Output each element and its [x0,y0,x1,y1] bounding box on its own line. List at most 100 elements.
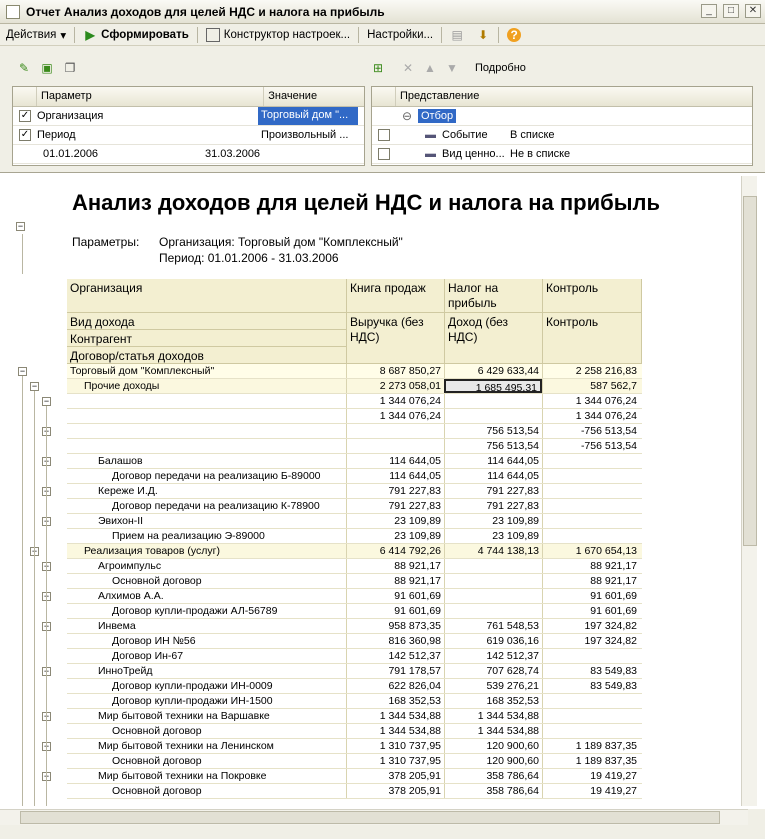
profit-tax-value: 791 227,83 [444,499,542,513]
actions-menu[interactable]: Действия ▾ [0,25,72,45]
detail-button[interactable]: Подробно [475,62,526,74]
checkbox[interactable]: ✓ [19,110,31,122]
param-col-header: Параметр [37,87,265,106]
table-row[interactable]: Прием на реализацию Э-89000 23 109,89 23 1… [67,529,642,544]
table-row[interactable]: 756 513,54 -756 513,54 [67,424,642,439]
table-row[interactable]: Договор передачи на реализацию Б-89000 11… [67,469,642,484]
table-row[interactable]: Торговый дом "Комплексный" 8 687 850,27 6 … [67,364,642,379]
delete-icon[interactable]: ✕ [401,61,415,75]
row-name: Балашов [98,455,143,467]
filter-label[interactable]: Отбор [418,109,457,123]
table-row[interactable]: 1 344 076,24 1 344 076,24 [67,409,642,424]
param-row[interactable]: ✓ Организация Торговый дом "... [13,107,364,126]
period-row[interactable]: 01.01.2006 31.03.2006 [13,145,364,164]
maximize-button[interactable]: □ [723,4,739,18]
table-row[interactable]: Прочие доходы 2 273 058,01 1 685 495,31 587… [67,379,642,394]
check-col-header [13,87,37,106]
row-name: Основной договор [112,785,202,797]
settings-button[interactable]: Настройки... [361,25,439,45]
check-all-icon[interactable]: ▣ [40,61,54,75]
table-row[interactable]: Кереже И.Д. 791 227,83 791 227,83 [67,484,642,499]
table-row[interactable]: Договор передачи на реализацию К-78900 79… [67,499,642,514]
table-row[interactable]: Основной договор 88 921,17 88 921,17 [67,574,642,589]
filter-row[interactable]: ▬ Вид ценно... Не в списке [372,145,752,164]
table-row[interactable]: 1 344 076,24 1 344 076,24 [67,394,642,409]
table-row[interactable]: Основной договор 1 344 534,88 1 344 534,88 [67,724,642,739]
save-button[interactable]: ▤ [444,25,470,45]
row-name [67,409,346,423]
control-value: 1 670 654,13 [542,544,640,558]
move-down-icon[interactable]: ▼ [445,61,459,75]
table-row[interactable]: 756 513,54 -756 513,54 [67,439,642,454]
table-row[interactable]: Балашов 114 644,05 114 644,05 [67,454,642,469]
checkbox[interactable] [378,129,390,141]
edit-icon[interactable]: ✎ [17,61,31,75]
table-row[interactable]: Эвихон-II 23 109,89 23 109,89 [67,514,642,529]
period-to[interactable]: 31.03.2006 [205,148,305,160]
row-name: Агроимпульс [98,560,162,572]
filter-field: Вид ценно... [442,148,505,160]
control-value: 1 189 837,35 [542,754,640,768]
toolbar-separator [358,26,360,43]
collapse-group-icon[interactable]: − [30,382,39,391]
vertical-scrollbar[interactable] [741,176,757,806]
generate-button[interactable]: ▶ Сформировать [77,25,195,45]
collapse-icon[interactable]: ⊖ [400,109,414,123]
checkbox[interactable] [378,148,390,160]
row-name: Мир бытовой техники на Покровке [98,770,267,782]
table-row[interactable]: Договор купли-продажи АЛ-56789 91 601,69 9… [67,604,642,619]
profit-tax-value: 120 900,60 [444,739,542,753]
param-value[interactable]: Произвольный ... [258,127,358,143]
table-row[interactable]: Основной договор 378 205,91 358 786,64 19 4… [67,784,642,799]
profit-tax-value [444,589,542,603]
table-row[interactable]: Договор Ин-67 142 512,37 142 512,37 [67,649,642,664]
table-row[interactable]: Алхимов А.А. 91 601,69 91 601,69 [67,589,642,604]
profit-tax-value: 619 036,16 [444,634,542,648]
filter-cond: Не в списке [510,148,571,160]
table-row[interactable]: Мир бытовой техники на Ленинском 1 310 73… [67,739,642,754]
sales-book-value: 23 109,89 [346,514,444,528]
table-row[interactable]: Реализация товаров (услуг) 6 414 792,26 4 … [67,544,642,559]
profit-tax-value [444,559,542,573]
filter-row[interactable]: ▬ Событие В списке [372,126,752,145]
horizontal-scrollbar[interactable] [0,809,748,825]
filter-group-row[interactable]: ⊖ Отбор [372,107,752,126]
table-row[interactable]: Договор купли-продажи ИН-1500 168 352,53 1… [67,694,642,709]
scroll-thumb[interactable] [20,811,720,824]
add-filter-icon[interactable]: ⊞ [371,61,385,75]
control-value [542,484,640,498]
param-row[interactable]: ✓ Период Произвольный ... [13,126,364,145]
table-row[interactable]: Договор купли-продажи ИН-0009 622 826,04 5… [67,679,642,694]
table-row[interactable]: Мир бытовой техники на Варшавке 1 344 534… [67,709,642,724]
table-row[interactable]: Мир бытовой техники на Покровке 378 205,9… [67,769,642,784]
move-up-icon[interactable]: ▲ [423,61,437,75]
table-row[interactable]: Инвема 958 873,35 761 548,53 197 324,82 [67,619,642,634]
table-row[interactable]: ИнноТрейд 791 178,57 707 628,74 83 549,83 [67,664,642,679]
sales-book-value: 816 360,98 [346,634,444,648]
minimize-button[interactable]: _ [701,4,717,18]
param-value[interactable]: Торговый дом "... [258,107,358,125]
collapse-group-icon[interactable]: − [42,397,51,406]
profit-tax-value: 761 548,53 [444,619,542,633]
table-row[interactable]: Договор ИН №56 816 360,98 619 036,16 197 32… [67,634,642,649]
profit-tax-value [444,574,542,588]
profit-tax-value [444,394,542,408]
restore-button[interactable]: ⬇ [470,25,496,45]
table-row[interactable]: Основной договор 1 310 737,95 120 900,60 1 … [67,754,642,769]
scroll-thumb[interactable] [743,196,757,546]
collapse-group-icon[interactable]: − [18,367,27,376]
period-from[interactable]: 01.01.2006 [43,148,205,160]
table-row[interactable]: Агроимпульс 88 921,17 88 921,17 [67,559,642,574]
params-grid: Параметр Значение ✓ Организация Торговый… [12,86,365,166]
sales-book-value: 88 921,17 [346,559,444,573]
profit-tax-value: 114 644,05 [444,454,542,468]
help-button[interactable]: ? [501,25,527,45]
constructor-button[interactable]: Конструктор настроек... [200,25,356,45]
sales-book-value: 1 310 737,95 [346,739,444,753]
checkbox[interactable]: ✓ [19,129,31,141]
close-button[interactable]: ✕ [745,4,761,18]
collapse-group-icon[interactable]: − [16,222,25,231]
row-name: Кереже И.Д. [98,485,158,497]
uncheck-all-icon[interactable]: ❐ [63,61,77,75]
tree-line [22,234,23,274]
